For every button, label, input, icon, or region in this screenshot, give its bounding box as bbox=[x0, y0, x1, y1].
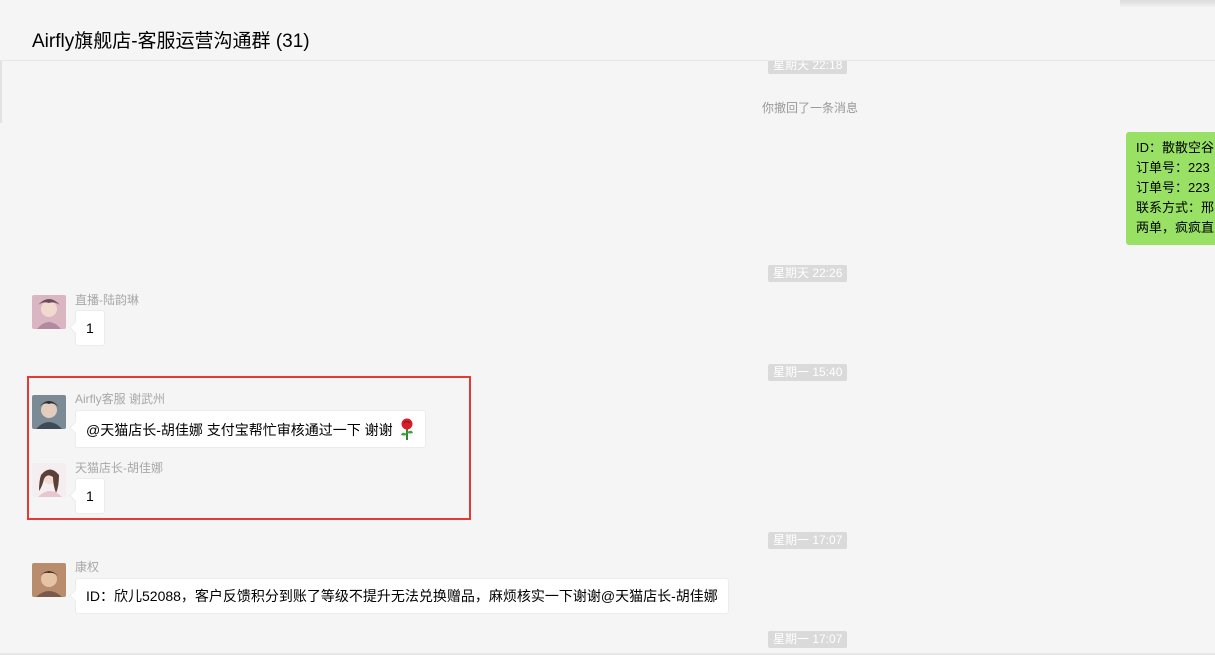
own-message-line: 订单号：223 bbox=[1136, 180, 1210, 195]
sender-name: 天猫店长-胡佳娜 bbox=[75, 461, 163, 475]
rose-emoji-icon bbox=[399, 418, 415, 445]
message-bubble[interactable]: @天猫店长-胡佳娜 支付宝帮忙审核通过一下 谢谢 bbox=[75, 410, 426, 448]
own-message-bubble[interactable]: ID：散散空谷 订单号：223 订单号：223 联系方式：邢 两单，疯疯直 bbox=[1126, 132, 1215, 245]
own-message-line: 两单，疯疯直 bbox=[1136, 220, 1215, 235]
timestamp: 星期一 15:40 bbox=[768, 364, 848, 381]
sender-name: Airfly客服 谢武州 bbox=[75, 392, 166, 406]
message-list[interactable]: 星期天 22:18 你撤回了一条消息 ID：散散空谷 订单号：223 订单号：2… bbox=[0, 61, 1215, 655]
sender-name: 康权 bbox=[75, 560, 100, 574]
timestamp: 星期天 22:18 bbox=[768, 61, 848, 74]
chat-title[interactable]: Airfly旗舰店-客服运营沟通群 (31) bbox=[32, 26, 310, 53]
timestamp: 星期天 22:26 bbox=[768, 265, 848, 282]
user-avatar-icon bbox=[32, 463, 66, 497]
own-message-line: 联系方式：邢 bbox=[1136, 200, 1215, 215]
avatar[interactable] bbox=[32, 295, 66, 329]
own-message-line: 订单号：223 bbox=[1136, 160, 1210, 175]
avatar[interactable] bbox=[32, 463, 66, 497]
window-corner bbox=[1120, 0, 1215, 7]
avatar[interactable] bbox=[32, 395, 66, 429]
timestamp: 星期一 17:07 bbox=[768, 631, 848, 648]
timestamp: 星期一 17:07 bbox=[768, 532, 848, 549]
recall-notice: 你撤回了一条消息 bbox=[762, 101, 859, 115]
chat-header: Airfly旗舰店-客服运营沟通群 (31) bbox=[0, 0, 1215, 61]
user-avatar-icon bbox=[32, 395, 66, 429]
message-text: @天猫店长-胡佳娜 支付宝帮忙审核通过一下 谢谢 bbox=[86, 422, 393, 439]
user-avatar-icon bbox=[32, 295, 66, 329]
user-avatar-icon bbox=[32, 563, 66, 597]
own-message-line: ID：散散空谷 bbox=[1136, 140, 1215, 155]
message-bubble[interactable]: 1 bbox=[75, 478, 105, 514]
message-bubble[interactable]: 1 bbox=[75, 310, 105, 346]
message-bubble[interactable]: ID：欣儿52088，客户反馈积分到账了等级不提升无法兑换赠品，麻烦核实一下谢谢… bbox=[75, 578, 729, 614]
avatar[interactable] bbox=[32, 563, 66, 597]
sender-name: 直播-陆韵琳 bbox=[75, 293, 139, 307]
